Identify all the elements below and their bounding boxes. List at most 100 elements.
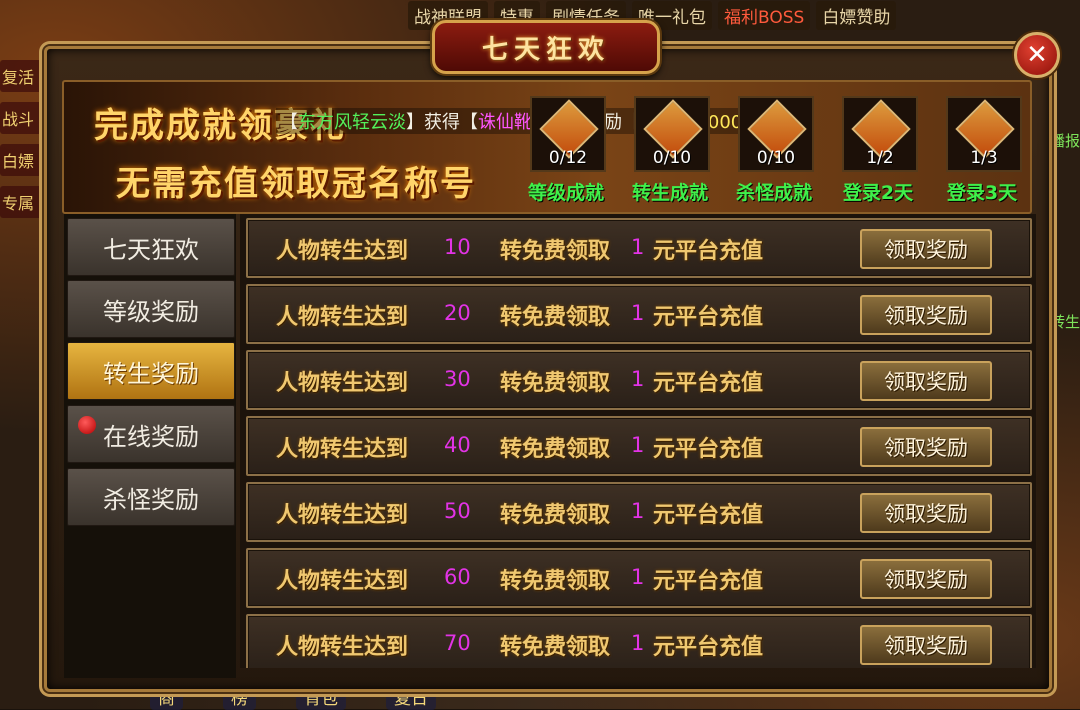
achievement-level[interactable]: 0/12 等级成就 (518, 96, 614, 204)
claim-reward-button[interactable]: 领取奖励 (860, 361, 992, 401)
achievement-icon-box: 0/12 (530, 96, 606, 172)
sidebar-item-label: 等级奖励 (103, 297, 199, 326)
hud-top-item[interactable]: 福利BOSS (718, 0, 811, 30)
achievement-icon-box: 1/3 (946, 96, 1022, 172)
reward-row: 人物转生达到 50 转免费领取 1 元平台充值 领取奖励 (246, 482, 1032, 542)
button-label: 领取奖励 (884, 568, 968, 592)
row-suffix: 元平台充值 (653, 304, 764, 330)
row-suffix: 元平台充值 (653, 568, 764, 594)
ticker-text: 】获得【 (406, 112, 478, 133)
ticker-bracket: 【 (280, 112, 298, 133)
row-prefix: 人物转生达到 (276, 436, 409, 462)
notification-dot-icon (78, 416, 96, 434)
hud-left-item[interactable]: 白嫖 (0, 144, 48, 176)
row-suffix: 元平台充值 (653, 238, 764, 264)
row-amount: 1 (631, 565, 645, 589)
achievement-icon-box: 0/10 (634, 96, 710, 172)
left-hud: 复活 战斗 白嫖 专属 (0, 60, 48, 228)
achievement-count: 1/3 (970, 148, 998, 168)
row-suffix: 元平台充值 (653, 370, 764, 396)
claim-reward-button[interactable]: 领取奖励 (860, 493, 992, 533)
achievement-count: 0/10 (652, 148, 692, 168)
row-mid: 转免费领取 (500, 568, 611, 594)
row-prefix: 人物转生达到 (276, 304, 409, 330)
row-level: 70 (444, 631, 471, 655)
achievement-kill[interactable]: 0/10 杀怪成就 (726, 96, 822, 204)
button-label: 领取奖励 (884, 502, 968, 526)
hud-left-item[interactable]: 专属 (0, 186, 48, 218)
sidebar-item-label: 杀怪奖励 (103, 485, 199, 514)
row-level: 60 (444, 565, 471, 589)
close-icon: ✕ (1026, 40, 1048, 70)
row-prefix: 人物转生达到 (276, 238, 409, 264)
button-label: 领取奖励 (884, 634, 968, 658)
reward-row: 人物转生达到 10 转免费领取 1 元平台充值 领取奖励 (246, 218, 1032, 278)
achievement-label: 杀怪成就 (735, 182, 812, 204)
hud-left-item[interactable]: 战斗 (0, 102, 48, 134)
achievement-count: 0/12 (548, 148, 588, 168)
achievement-count: 0/10 (756, 148, 796, 168)
achievement-banner: 完成成就领豪礼 无需充值领取冠名称号 【东方风轻云淡】获得【诛仙靴】首爆奖励【元… (62, 80, 1032, 214)
row-amount: 1 (631, 631, 645, 655)
row-suffix: 元平台充值 (653, 436, 764, 462)
reward-row: 人物转生达到 60 转免费领取 1 元平台充值 领取奖励 (246, 548, 1032, 608)
dialog-title: 七天狂欢 (481, 34, 610, 65)
hud-right-item[interactable]: 播报 (1050, 130, 1080, 151)
sidebar-item-label: 在线奖励 (103, 422, 199, 451)
sidebar-item-rebirth-reward[interactable]: 转生奖励 (67, 342, 235, 400)
row-amount: 1 (631, 499, 645, 523)
row-mid: 转免费领取 (500, 370, 611, 396)
claim-reward-button[interactable]: 领取奖励 (860, 559, 992, 599)
category-sidebar: 七天狂欢 等级奖励 转生奖励 在线奖励 杀怪奖励 (64, 214, 236, 678)
right-hud: 播报 转生 (1050, 130, 1080, 492)
sidebar-item-online-reward[interactable]: 在线奖励 (67, 405, 235, 463)
row-prefix: 人物转生达到 (276, 568, 409, 594)
achievement-label: 登录3天 (946, 182, 1018, 204)
row-prefix: 人物转生达到 (276, 502, 409, 528)
hud-left-item[interactable]: 复活 (0, 60, 48, 92)
achievement-icon-box: 1/2 (842, 96, 918, 172)
button-label: 领取奖励 (884, 370, 968, 394)
row-mid: 转免费领取 (500, 502, 611, 528)
achievement-icon-box: 0/10 (738, 96, 814, 172)
sidebar-item-label: 七天狂欢 (103, 235, 199, 264)
row-amount: 1 (631, 433, 645, 457)
sidebar-item-level-reward[interactable]: 等级奖励 (67, 280, 235, 338)
achievement-login-3[interactable]: 1/3 登录3天 (934, 96, 1030, 204)
row-prefix: 人物转生达到 (276, 634, 409, 660)
claim-reward-button[interactable]: 领取奖励 (860, 295, 992, 335)
hud-top-item[interactable]: 白嫖赞助 (816, 0, 897, 30)
hud-right-item[interactable]: 转生 (1050, 311, 1080, 332)
achievement-login-2[interactable]: 1/2 登录2天 (830, 96, 926, 204)
button-label: 领取奖励 (884, 304, 968, 328)
reward-row: 人物转生达到 70 转免费领取 1 元平台充值 领取奖励 (246, 614, 1032, 668)
row-mid: 转免费领取 (500, 436, 611, 462)
row-level: 50 (444, 499, 471, 523)
row-level: 10 (444, 235, 471, 259)
row-amount: 1 (631, 367, 645, 391)
achievement-rebirth[interactable]: 0/10 转生成就 (622, 96, 718, 204)
banner-subheadline: 无需充值领取冠名称号 (116, 164, 476, 204)
sidebar-item-kill-reward[interactable]: 杀怪奖励 (67, 468, 235, 526)
sidebar-item-seven-day[interactable]: 七天狂欢 (67, 218, 235, 276)
achievement-label: 等级成就 (527, 182, 604, 204)
row-mid: 转免费领取 (500, 238, 611, 264)
row-level: 20 (444, 301, 471, 325)
row-amount: 1 (631, 235, 645, 259)
claim-reward-button[interactable]: 领取奖励 (860, 625, 992, 665)
row-amount: 1 (631, 301, 645, 325)
reward-row: 人物转生达到 40 转免费领取 1 元平台充值 领取奖励 (246, 416, 1032, 476)
reward-row: 人物转生达到 20 转免费领取 1 元平台充值 领取奖励 (246, 284, 1032, 344)
achievement-count: 1/2 (866, 148, 894, 168)
claim-reward-button[interactable]: 领取奖励 (860, 427, 992, 467)
row-suffix: 元平台充值 (653, 502, 764, 528)
dialog-title-plate: 七天狂欢 (432, 20, 660, 74)
achievement-label: 登录2天 (842, 182, 914, 204)
claim-reward-button[interactable]: 领取奖励 (860, 229, 992, 269)
row-prefix: 人物转生达到 (276, 370, 409, 396)
sidebar-item-label: 转生奖励 (103, 359, 199, 388)
ticker-player-name: 东方风轻云淡 (298, 112, 406, 133)
row-mid: 转免费领取 (500, 634, 611, 660)
close-button[interactable]: ✕ (1014, 32, 1060, 78)
button-label: 领取奖励 (884, 238, 968, 262)
